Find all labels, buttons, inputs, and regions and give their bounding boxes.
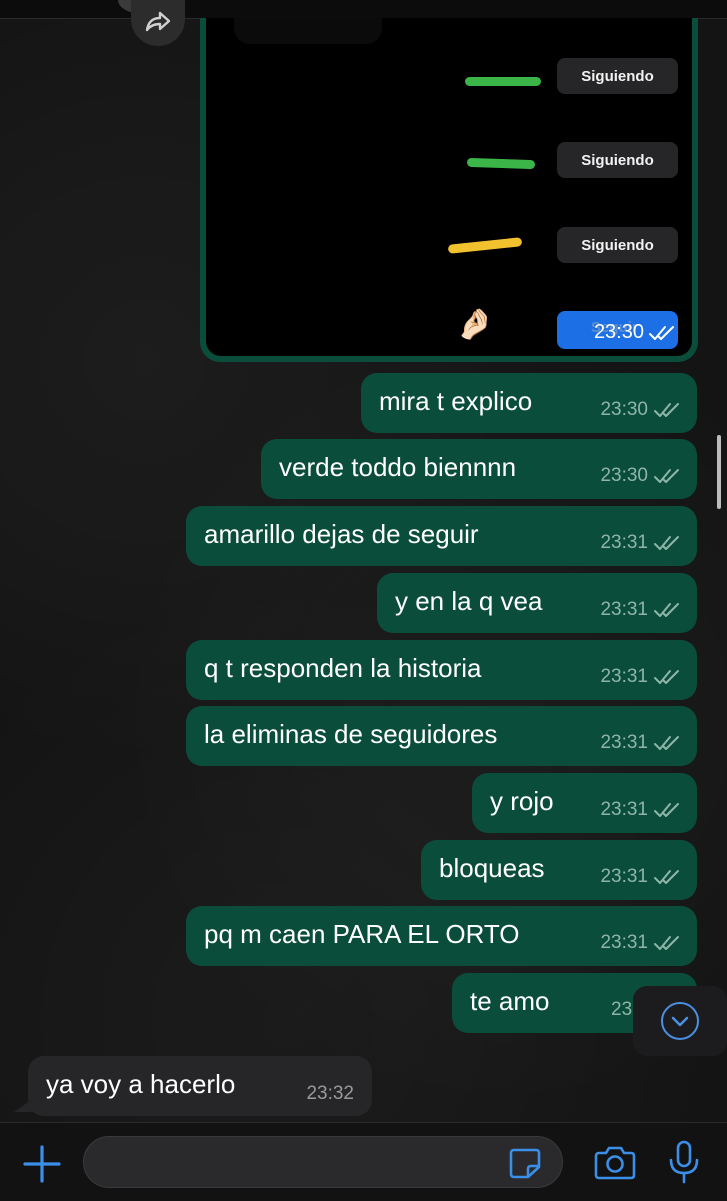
- double-check-icon: [653, 735, 681, 751]
- green-marker-stroke: [466, 157, 536, 170]
- message-meta: 23:30: [600, 399, 681, 421]
- message-meta: 23:31: [600, 666, 681, 688]
- incoming-message-bubble[interactable]: ya voy a hacerlo 23:32: [28, 1056, 372, 1116]
- green-marker-stroke: [465, 77, 541, 86]
- message-bubble[interactable]: pq m caen PARA EL ORTO 23:31: [186, 906, 697, 966]
- message-bubble[interactable]: y en la q vea 23:31: [377, 573, 697, 633]
- message-meta: 23:30: [594, 321, 676, 344]
- forward-button[interactable]: [131, 0, 185, 46]
- camera-button[interactable]: [594, 1144, 636, 1180]
- scroll-to-bottom-button[interactable]: [633, 986, 727, 1056]
- message-meta: 23:31: [600, 932, 681, 954]
- double-check-icon: [653, 402, 681, 418]
- message-time: 23:30: [600, 399, 648, 420]
- following-button: Siguiendo: [557, 142, 678, 178]
- message-time: 23:31: [600, 732, 648, 753]
- message-text: te amo: [470, 986, 550, 1016]
- message-text: ya voy a hacerlo: [46, 1069, 236, 1099]
- double-check-icon: [653, 935, 681, 951]
- message-time: 23:30: [593, 321, 644, 343]
- message-time: 23:31: [600, 532, 648, 553]
- message-time: 23:31: [600, 599, 648, 620]
- pinched-fingers-emoji: 🤌🏻: [456, 308, 494, 341]
- image-message[interactable]: Siguiendo Siguiendo Siguiendo 🤌🏻 Seguir …: [200, 18, 698, 362]
- double-check-icon: [648, 325, 676, 341]
- double-check-icon: [653, 535, 681, 551]
- message-meta: 23:31: [600, 866, 681, 888]
- chevron-down-icon: [661, 1002, 699, 1040]
- message-text: y en la q vea: [395, 586, 543, 616]
- microphone-button[interactable]: [667, 1140, 701, 1184]
- sticker-icon: [508, 1148, 542, 1183]
- message-time: 23:32: [306, 1083, 354, 1104]
- message-time: 23:31: [600, 866, 648, 887]
- double-check-icon: [653, 602, 681, 618]
- sticker-button[interactable]: [508, 1147, 542, 1179]
- message-bubble[interactable]: verde toddo biennnn 23:30: [261, 439, 697, 499]
- message-text: q t responden la historia: [204, 653, 482, 683]
- message-bubble[interactable]: q t responden la historia 23:31: [186, 640, 697, 700]
- message-time: 23:31: [600, 799, 648, 820]
- message-text: mira t explico: [379, 386, 533, 416]
- message-bubble[interactable]: y rojo 23:31: [472, 773, 697, 833]
- yellow-marker-stroke: [447, 237, 523, 254]
- message-meta: 23:31: [600, 732, 681, 754]
- attach-button[interactable]: [22, 1144, 62, 1184]
- message-meta: 23:30: [600, 465, 681, 487]
- double-check-icon: [653, 669, 681, 685]
- message-time: 23:30: [600, 465, 648, 486]
- message-meta: 23:31: [600, 532, 681, 554]
- double-check-icon: [653, 468, 681, 484]
- message-bubble[interactable]: mira t explico 23:30: [361, 373, 697, 433]
- redacted-area: [234, 18, 382, 44]
- message-bubble[interactable]: la eliminas de seguidores 23:31: [186, 706, 697, 766]
- double-check-icon: [653, 802, 681, 818]
- message-text: amarillo dejas de seguir: [204, 519, 479, 549]
- message-input[interactable]: [83, 1136, 563, 1188]
- message-bubble[interactable]: amarillo dejas de seguir 23:31: [186, 506, 697, 566]
- scroll-indicator[interactable]: [717, 435, 721, 509]
- screenshot-image: Siguiendo Siguiendo Siguiendo 🤌🏻 Seguir …: [206, 18, 692, 356]
- message-time: 23:31: [600, 666, 648, 687]
- message-text: la eliminas de seguidores: [204, 719, 498, 749]
- message-meta: 23:31: [600, 799, 681, 821]
- plus-icon: [22, 1145, 62, 1188]
- top-bar: [0, 0, 727, 19]
- message-bubble[interactable]: bloqueas 23:31: [421, 840, 697, 900]
- message-meta: 23:31: [600, 599, 681, 621]
- message-text: pq m caen PARA EL ORTO: [204, 919, 520, 949]
- message-text: bloqueas: [439, 853, 545, 883]
- camera-icon: [594, 1146, 636, 1184]
- following-button: Siguiendo: [557, 227, 678, 263]
- forward-icon: [145, 10, 171, 37]
- microphone-icon: [667, 1140, 701, 1188]
- message-time: 23:31: [600, 932, 648, 953]
- message-text: y rojo: [490, 786, 554, 816]
- following-button: Siguiendo: [557, 58, 678, 94]
- message-text: verde toddo biennnn: [279, 452, 517, 482]
- double-check-icon: [653, 869, 681, 885]
